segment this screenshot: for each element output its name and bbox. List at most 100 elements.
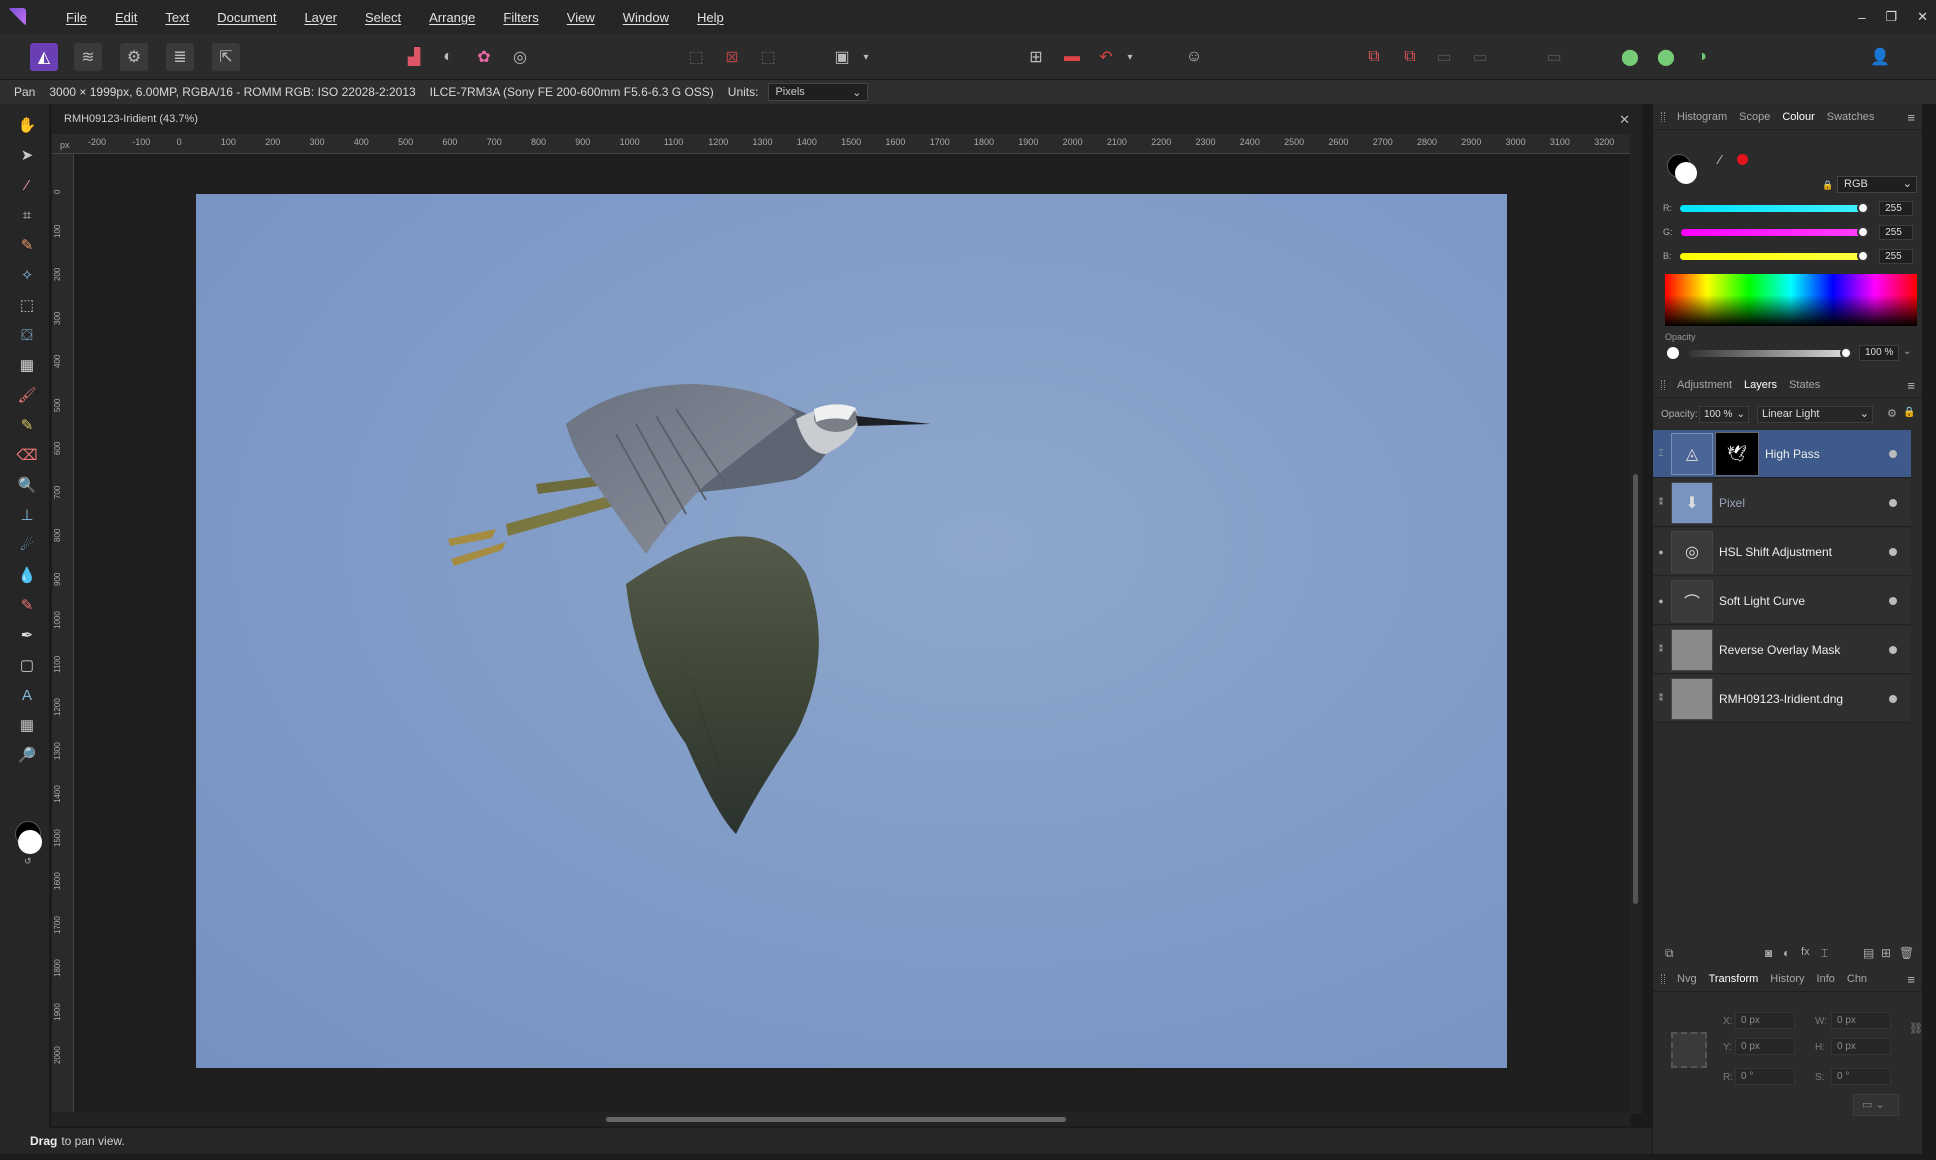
align-icon[interactable]: ▭ xyxy=(1430,43,1458,71)
green-slider-knob[interactable] xyxy=(1857,225,1870,238)
layer-visibility-dot[interactable] xyxy=(1889,547,1897,556)
picked-colour-swatch[interactable] xyxy=(1737,154,1748,165)
blur-brush-tool-icon[interactable]: 💧 xyxy=(16,564,38,586)
snapping-options-icon[interactable]: ▬ xyxy=(1058,43,1086,71)
add-adjustment-icon[interactable]: ◐ xyxy=(1783,946,1790,960)
red-slider-knob[interactable] xyxy=(1857,201,1870,214)
add-live-filter-icon[interactable]: fx xyxy=(1801,946,1810,958)
layer-visibility-dot[interactable] xyxy=(1889,596,1897,605)
smudge-brush-tool-icon[interactable]: ☄ xyxy=(16,534,38,556)
secondary-colour-swatch[interactable] xyxy=(18,830,42,854)
tab-scope[interactable]: Scope xyxy=(1739,111,1770,123)
red-value[interactable]: 255 xyxy=(1879,200,1913,216)
distribute-icon[interactable]: ▭ xyxy=(1466,43,1494,71)
units-dropdown[interactable]: Pixels ⌄ xyxy=(768,83,869,101)
snapping-icon[interactable]: ⊞ xyxy=(1022,43,1050,71)
add-mask-icon[interactable]: ◙ xyxy=(1765,946,1772,960)
account-icon[interactable]: 👤 xyxy=(1866,43,1894,71)
add-group-icon[interactable]: ▤ xyxy=(1863,946,1874,960)
tab-adjustment[interactable]: Adjustment xyxy=(1677,379,1732,391)
vertical-scrollbar[interactable] xyxy=(1630,134,1642,1114)
blue-slider[interactable] xyxy=(1679,249,1870,262)
marquee-tool-icon[interactable]: ⬚ xyxy=(16,294,38,316)
flip-icon[interactable]: ▭ xyxy=(1540,43,1568,71)
gradient-tool-icon[interactable]: ▦ xyxy=(16,354,38,376)
layer-row[interactable]: ⁑ ⬇ Pixel xyxy=(1653,479,1911,527)
chevron-down-icon[interactable]: ▾ xyxy=(852,43,880,71)
tab-channels[interactable]: Chn xyxy=(1847,973,1867,985)
brush-icon[interactable]: ⌶ xyxy=(1821,946,1828,961)
document-tab[interactable]: RMH09123-Iridient (43.7%) ✕ xyxy=(52,104,1642,134)
select-all-icon[interactable]: ⬚ xyxy=(682,43,710,71)
artistic-text-tool-icon[interactable]: A xyxy=(16,684,38,706)
chevron-down-icon[interactable]: ▾ xyxy=(1116,43,1144,71)
photo-heron-in-flight[interactable] xyxy=(196,194,1507,1068)
layer-row[interactable]: ⁑ Reverse Overlay Mask xyxy=(1653,626,1911,674)
tab-colour[interactable]: Colour xyxy=(1782,111,1814,123)
layer-row[interactable]: ⁑ RMH09123-Iridient.dng xyxy=(1653,675,1911,723)
dodge-brush-tool-icon[interactable]: 🔍 xyxy=(16,474,38,496)
erase-brush-tool-icon[interactable]: ⌫ xyxy=(16,444,38,466)
layer-visibility-dot[interactable] xyxy=(1889,645,1897,654)
inpainting-tool-icon[interactable]: ✎ xyxy=(16,594,38,616)
menu-layer[interactable]: Layer xyxy=(290,10,351,25)
boolean-subtract-icon[interactable]: ⬤ xyxy=(1652,43,1680,71)
y-field[interactable]: 0 px xyxy=(1735,1038,1795,1055)
tab-layers[interactable]: Layers xyxy=(1744,379,1777,391)
layer-child-indicator-icon[interactable]: ⌶ xyxy=(1653,448,1669,459)
menu-arrange[interactable]: Arrange xyxy=(415,10,489,25)
deselect-icon[interactable]: ⊠ xyxy=(718,43,746,71)
invert-selection-icon[interactable]: ⬚ xyxy=(754,43,782,71)
tab-info[interactable]: Info xyxy=(1817,973,1835,985)
eyedropper-icon[interactable]: ⁄ xyxy=(1719,152,1721,167)
opacity-slider-knob[interactable] xyxy=(1840,347,1852,359)
layer-mask-thumb[interactable]: 🕊 xyxy=(1715,431,1759,476)
tab-history[interactable]: History xyxy=(1770,973,1804,985)
layer-visibility-dot[interactable] xyxy=(1889,498,1897,507)
blue-value[interactable]: 255 xyxy=(1879,248,1913,264)
menu-text[interactable]: Text xyxy=(151,10,203,25)
vertical-scroll-thumb[interactable] xyxy=(1633,474,1638,904)
layer-row[interactable]: ⌶ ◬ 🕊 High Pass xyxy=(1653,430,1911,478)
panel-menu-icon[interactable]: ≡ xyxy=(1907,110,1915,125)
canvas-area[interactable] xyxy=(74,154,1630,1114)
blend-mode-dropdown[interactable]: Linear Light ⌄ xyxy=(1757,406,1873,423)
layer-panel-options-icon[interactable]: ⧉ xyxy=(1665,946,1674,961)
layer-row[interactable]: ● ◎ HSL Shift Adjustment xyxy=(1653,528,1911,576)
hand-tool-icon[interactable]: ✋ xyxy=(16,114,38,136)
zoom-tool-icon[interactable]: 🔎 xyxy=(16,744,38,766)
chevron-down-icon[interactable]: ⌄ xyxy=(1903,346,1911,357)
arrange-forward-icon[interactable]: ⧉ xyxy=(1360,43,1388,71)
menu-window[interactable]: Window xyxy=(609,10,683,25)
layer-child-indicator-icon[interactable]: ⁑ xyxy=(1653,497,1669,508)
auto-colour-icon[interactable]: ✿ xyxy=(470,43,498,71)
layer-visibility-dot[interactable] xyxy=(1889,449,1897,458)
horizontal-scroll-thumb[interactable] xyxy=(606,1117,1066,1122)
layer-child-indicator-icon[interactable]: ⁑ xyxy=(1653,644,1669,655)
transform-options-dropdown[interactable]: ▭ ⌄ xyxy=(1853,1094,1899,1116)
rectangle-tool-icon[interactable]: ▢ xyxy=(16,654,38,676)
flood-fill-tool-icon[interactable]: ⛋ xyxy=(16,324,38,346)
paint-brush-tool-icon[interactable]: 🖌 xyxy=(16,384,38,406)
photo-persona-icon[interactable]: ◭ xyxy=(30,43,58,71)
shear-field[interactable]: 0 ° xyxy=(1831,1068,1891,1085)
add-pixel-layer-icon[interactable]: ⊞ xyxy=(1881,946,1891,960)
tab-histogram[interactable]: Histogram xyxy=(1677,111,1727,123)
move-tool-icon[interactable]: ➤ xyxy=(16,144,38,166)
tone-mapping-persona-icon[interactable]: ≣ xyxy=(166,43,194,71)
boolean-add-icon[interactable]: ⬤ xyxy=(1616,43,1644,71)
horizontal-scrollbar[interactable] xyxy=(52,1112,1630,1126)
layer-child-indicator-icon[interactable]: ⁑ xyxy=(1653,693,1669,704)
lock-icon[interactable]: 🔒 xyxy=(1822,180,1833,191)
secondary-colour-circle[interactable] xyxy=(1675,162,1697,184)
panel-grip-icon[interactable] xyxy=(1661,112,1665,122)
opacity-value[interactable]: 100 % xyxy=(1859,345,1899,361)
h-field[interactable]: 0 px xyxy=(1831,1038,1891,1055)
blue-slider-knob[interactable] xyxy=(1857,249,1870,262)
color-picker-tool-icon[interactable]: ⁄ xyxy=(16,174,38,196)
tab-swatches[interactable]: Swatches xyxy=(1827,111,1875,123)
auto-levels-icon[interactable]: ▟ xyxy=(400,43,428,71)
auto-white-balance-icon[interactable]: ◎ xyxy=(506,43,534,71)
panel-menu-icon[interactable]: ≡ xyxy=(1907,378,1915,393)
panel-grip-icon[interactable] xyxy=(1661,974,1665,984)
